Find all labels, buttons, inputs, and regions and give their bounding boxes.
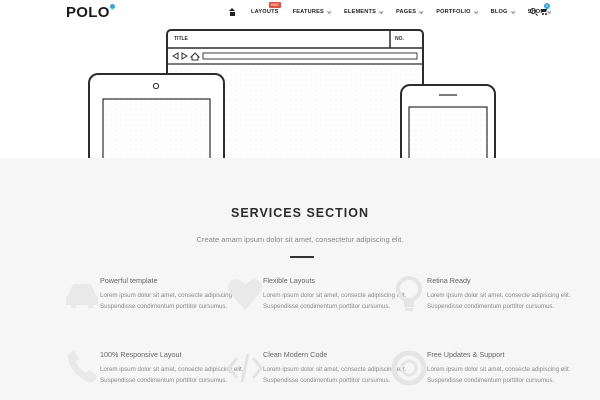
feature-title: Free Updates & Support: [427, 350, 505, 359]
section-subtitle: Create amam ipsum dolor sit amet, consec…: [196, 235, 404, 244]
home-icon: [228, 8, 237, 16]
tablet-wireframe: [88, 73, 225, 158]
nav-label: BLOG: [490, 9, 508, 15]
nav-features[interactable]: FEATURES: [292, 9, 332, 15]
feature-text: Lorem ipsum dolor sit amet, consecte adi…: [427, 366, 571, 384]
wireframe-no-label: NO.: [395, 36, 404, 42]
site-logo[interactable]: POLO: [66, 4, 115, 21]
nav-portfolio[interactable]: PORTFOLIO: [436, 9, 478, 15]
cart-basket: [541, 9, 547, 12]
chevron-down-icon: [547, 9, 552, 14]
main-nav: LAYOUTS HOT FEATURES ELEMENTS PAGES PORT…: [228, 0, 564, 24]
feature-title: Retina Ready: [427, 276, 471, 285]
logo-text: POLO: [66, 4, 110, 21]
site-header: POLO LAYOUTS HOT FEATURES ELEMENTS PAGES…: [0, 0, 600, 24]
hot-badge: HOT: [269, 2, 282, 8]
wireframe-title-label: TITLE: [174, 36, 188, 42]
phone-wireframe: [400, 84, 496, 158]
feature-free-updates-support: Free Updates & Support Lorem ipsum dolor…: [391, 350, 577, 386]
chevron-down-icon: [327, 9, 332, 14]
feature-text: Lorem ipsum dolor sit amet, consecte adi…: [427, 292, 571, 310]
nav-blog[interactable]: BLOG: [490, 9, 515, 15]
nav-label: PAGES: [396, 9, 417, 15]
chevron-down-icon: [473, 9, 478, 14]
logo-dot: [109, 4, 115, 9]
nav-home[interactable]: [228, 8, 237, 16]
phone-icon: [67, 351, 97, 383]
nav-layouts[interactable]: LAYOUTS HOT: [251, 2, 282, 15]
code-icon: [227, 353, 263, 383]
feature-retina-ready: Retina Ready Lorem ipsum dolor sit amet,…: [396, 276, 577, 312]
chevron-down-icon: [379, 9, 384, 14]
lifebuoy-icon: [391, 350, 427, 386]
section-divider: [290, 256, 314, 258]
cart-wheel: [542, 13, 544, 15]
hero-devices: TITLE NO.: [0, 24, 600, 158]
cart-wheel: [545, 13, 547, 15]
chevron-down-icon: [419, 9, 424, 14]
nav-elements[interactable]: ELEMENTS: [343, 9, 384, 15]
nav-label: PORTFOLIO: [436, 9, 471, 15]
lightbulb-icon: [396, 276, 422, 311]
search-icon[interactable]: [530, 8, 536, 14]
cart-count-badge: 0: [544, 3, 550, 9]
car-icon: [66, 284, 98, 308]
section-title: SERVICES SECTION: [230, 206, 370, 220]
heart-icon: [228, 279, 262, 310]
services-section: SERVICES SECTION Create amam ipsum dolor…: [0, 158, 600, 400]
chevron-down-icon: [510, 9, 515, 14]
nav-label: LAYOUTS: [251, 9, 279, 15]
nav-label: FEATURES: [292, 9, 324, 15]
devices-illustration: [88, 29, 496, 158]
nav-pages[interactable]: PAGES: [396, 9, 424, 15]
nav-label: ELEMENTS: [343, 9, 377, 15]
